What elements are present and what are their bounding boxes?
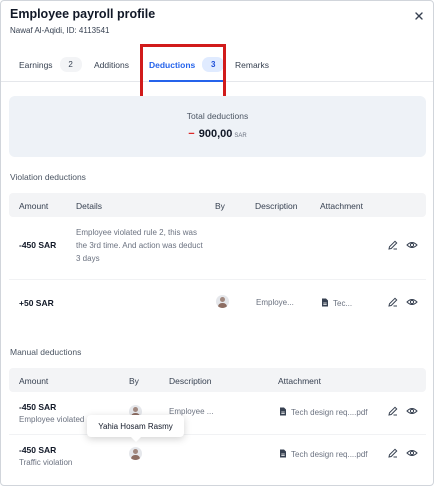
attachment-name: Tech design req....pdf xyxy=(291,408,368,417)
tab-count-badge: 2 xyxy=(59,57,82,72)
violation-amount: +50 SAR xyxy=(19,298,54,308)
manual-amount: -450 SAR xyxy=(19,402,57,412)
tab-remarks[interactable]: Remarks xyxy=(235,48,269,81)
file-icon xyxy=(280,407,286,416)
tab-label: Additions xyxy=(94,59,129,70)
attachment-name: Tech design req....pdf xyxy=(291,450,368,459)
manual-section-title: Manual deductions xyxy=(10,347,82,357)
payroll-profile-panel: Employee payroll profile Nawaf Al-Aqidi,… xyxy=(0,0,434,486)
manual-sub-label: Traffic violation xyxy=(19,458,73,467)
manual-table-header: Amount By Description Attachment xyxy=(9,368,426,392)
column-header-description: Description xyxy=(169,376,212,386)
page-title: Employee payroll profile xyxy=(10,7,156,21)
total-label: Total deductions xyxy=(186,111,249,121)
avatar-tooltip: Yahia Hosam Rasmy xyxy=(87,415,184,442)
column-header-description: Description xyxy=(255,201,298,211)
violation-description: Employe... xyxy=(256,298,294,307)
column-header-details: Details xyxy=(76,201,102,211)
violation-details: Employee violated rule 2, this was the 3… xyxy=(76,228,203,263)
eye-icon[interactable] xyxy=(406,405,418,417)
violation-table-header: Amount Details By Description Attachment xyxy=(9,193,426,217)
column-header-amount: Amount xyxy=(19,376,49,386)
employee-subtitle: Nawaf Al-Aqidi, ID: 4113541 xyxy=(10,26,110,35)
currency-label: SAR xyxy=(234,133,247,139)
manual-sub-label: Employee violated xyxy=(19,415,85,424)
avatar[interactable] xyxy=(216,295,229,308)
manual-attachment[interactable]: Tech design req....pdf xyxy=(279,449,368,459)
violation-section-title: Violation deductions xyxy=(10,172,86,182)
edit-icon[interactable] xyxy=(387,447,399,459)
column-header-attachment: Attachment xyxy=(278,376,321,386)
file-icon xyxy=(280,449,286,458)
edit-icon[interactable] xyxy=(387,405,399,417)
row-divider xyxy=(9,434,426,435)
tab-earnings[interactable]: Earnings 2 xyxy=(19,48,82,81)
column-header-amount: Amount xyxy=(19,201,49,211)
file-icon xyxy=(322,298,328,307)
column-header-by: By xyxy=(215,201,225,211)
minus-sign: − xyxy=(188,128,195,140)
violation-attachment[interactable]: Tec... xyxy=(321,298,352,308)
highlight-annotation xyxy=(140,44,226,99)
eye-icon[interactable] xyxy=(406,296,418,308)
column-header-attachment: Attachment xyxy=(320,201,363,211)
attachment-name: Tec... xyxy=(333,299,353,308)
total-value: −900,00 SAR xyxy=(9,128,426,140)
edit-icon[interactable] xyxy=(387,239,399,251)
row-divider xyxy=(9,279,426,280)
edit-icon[interactable] xyxy=(387,296,399,308)
column-header-by: By xyxy=(129,376,139,386)
total-deductions-card: Total deductions −900,00 SAR xyxy=(9,96,426,157)
tab-label: Earnings xyxy=(19,59,53,70)
manual-amount: -450 SAR xyxy=(19,445,57,455)
eye-icon[interactable] xyxy=(406,447,418,459)
avatar[interactable] xyxy=(129,447,142,460)
eye-icon[interactable] xyxy=(406,239,418,251)
manual-attachment[interactable]: Tech design req....pdf xyxy=(279,407,368,417)
close-icon[interactable] xyxy=(412,9,426,23)
total-amount: 900,00 xyxy=(198,128,233,140)
tab-label: Remarks xyxy=(235,59,270,70)
violation-amount: -450 SAR xyxy=(19,240,57,250)
tab-additions[interactable]: Additions xyxy=(94,48,129,81)
